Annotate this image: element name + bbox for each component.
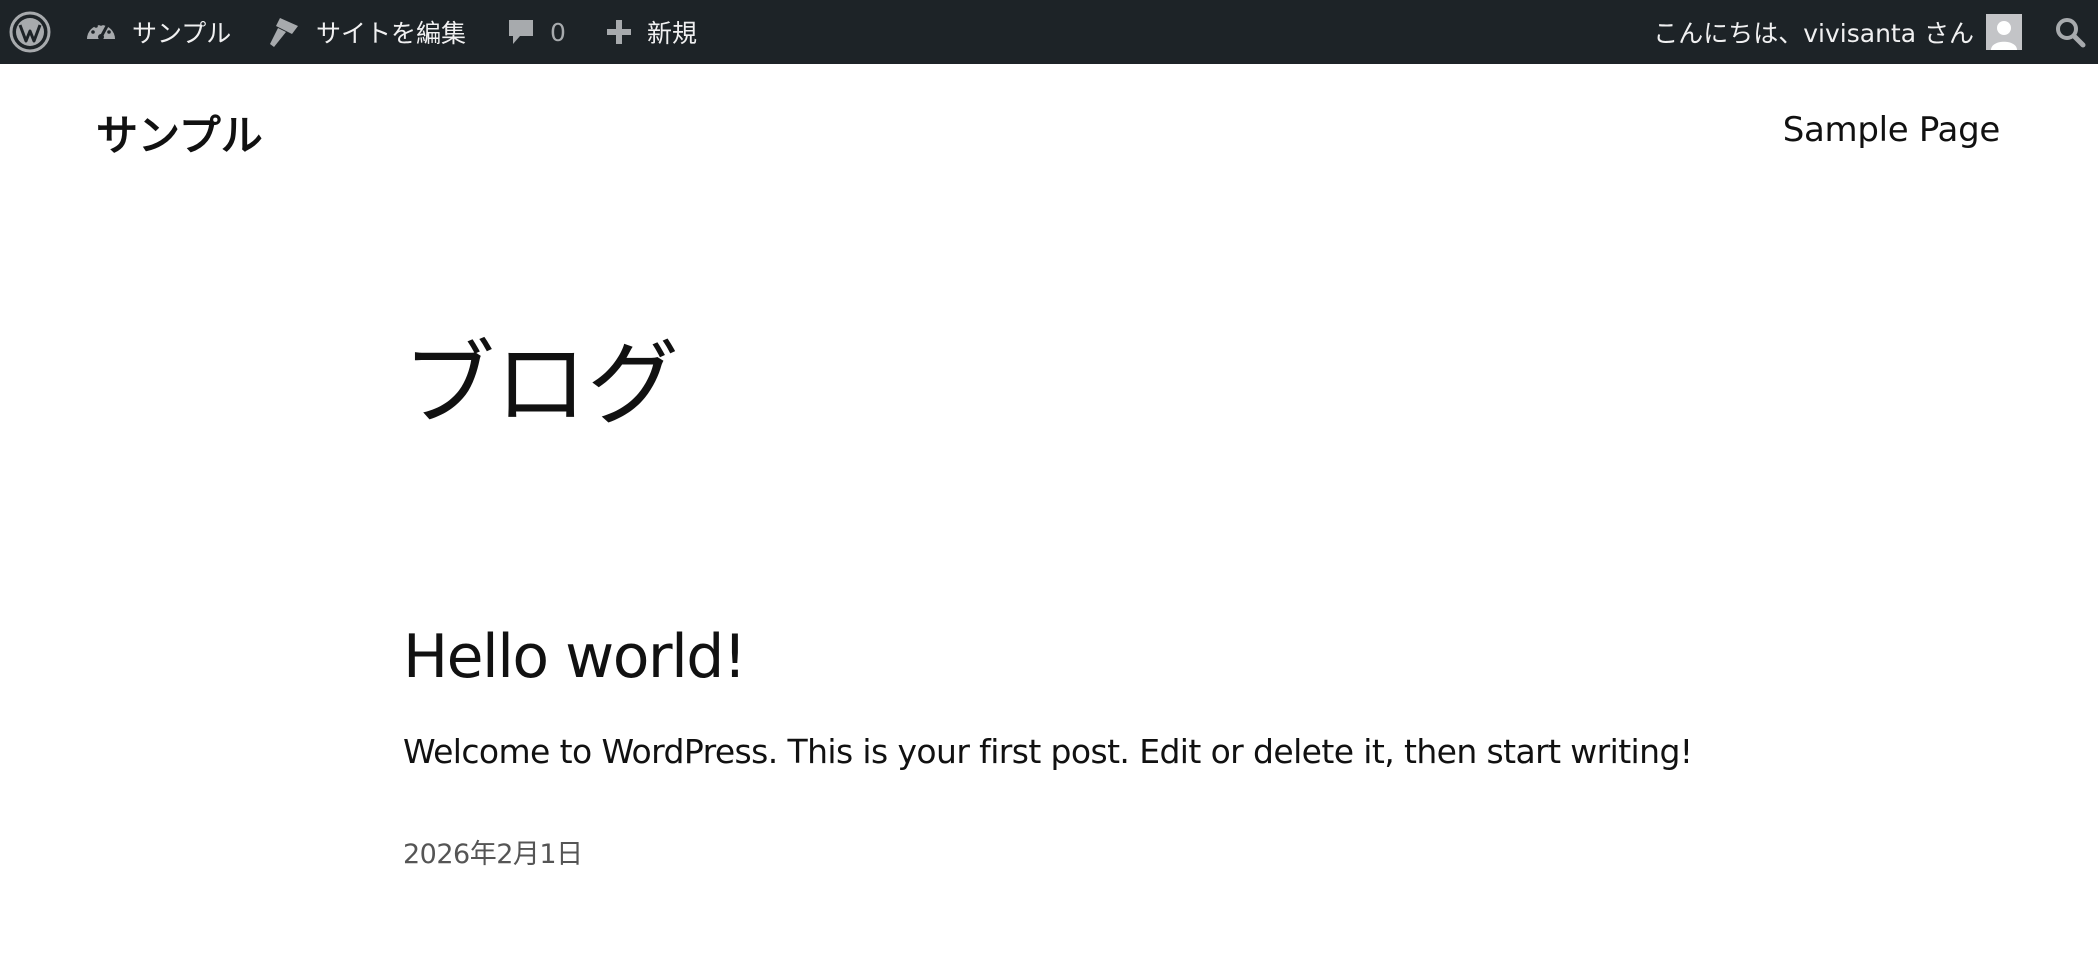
wordpress-logo-icon[interactable]: [8, 0, 52, 64]
edit-site-label: サイトを編集: [316, 19, 467, 48]
new-label: 新規: [647, 19, 698, 48]
post-excerpt: Welcome to WordPress. This is your first…: [403, 732, 1693, 771]
avatar: [1986, 14, 2022, 50]
admin-bar: サンプル サイトを編集 0 新規 こんにちは、vivisanta さん: [0, 0, 2098, 64]
site-name-menu[interactable]: サンプル: [84, 0, 231, 64]
my-account-menu[interactable]: こんにちは、vivisanta さん: [1653, 0, 2022, 64]
site-title[interactable]: サンプル: [96, 102, 263, 163]
greeting-text: こんにちは、vivisanta さん: [1653, 19, 1974, 48]
nav-link-sample-page[interactable]: Sample Page: [1783, 110, 2001, 150]
site-name-label: サンプル: [132, 19, 232, 48]
comment-icon: [506, 16, 536, 48]
comments-count: 0: [550, 17, 566, 47]
search-icon[interactable]: [2054, 0, 2086, 64]
comments-menu[interactable]: 0: [506, 0, 566, 64]
post-title[interactable]: Hello world!: [403, 612, 747, 702]
page-title: ブログ: [403, 331, 680, 438]
dashboard-icon: [84, 15, 118, 49]
brush-icon: [266, 14, 302, 50]
post-date[interactable]: 2026年2月1日: [403, 835, 583, 875]
new-content-menu[interactable]: 新規: [605, 0, 697, 64]
plus-icon: [605, 18, 633, 46]
edit-site-menu[interactable]: サイトを編集: [266, 0, 466, 64]
